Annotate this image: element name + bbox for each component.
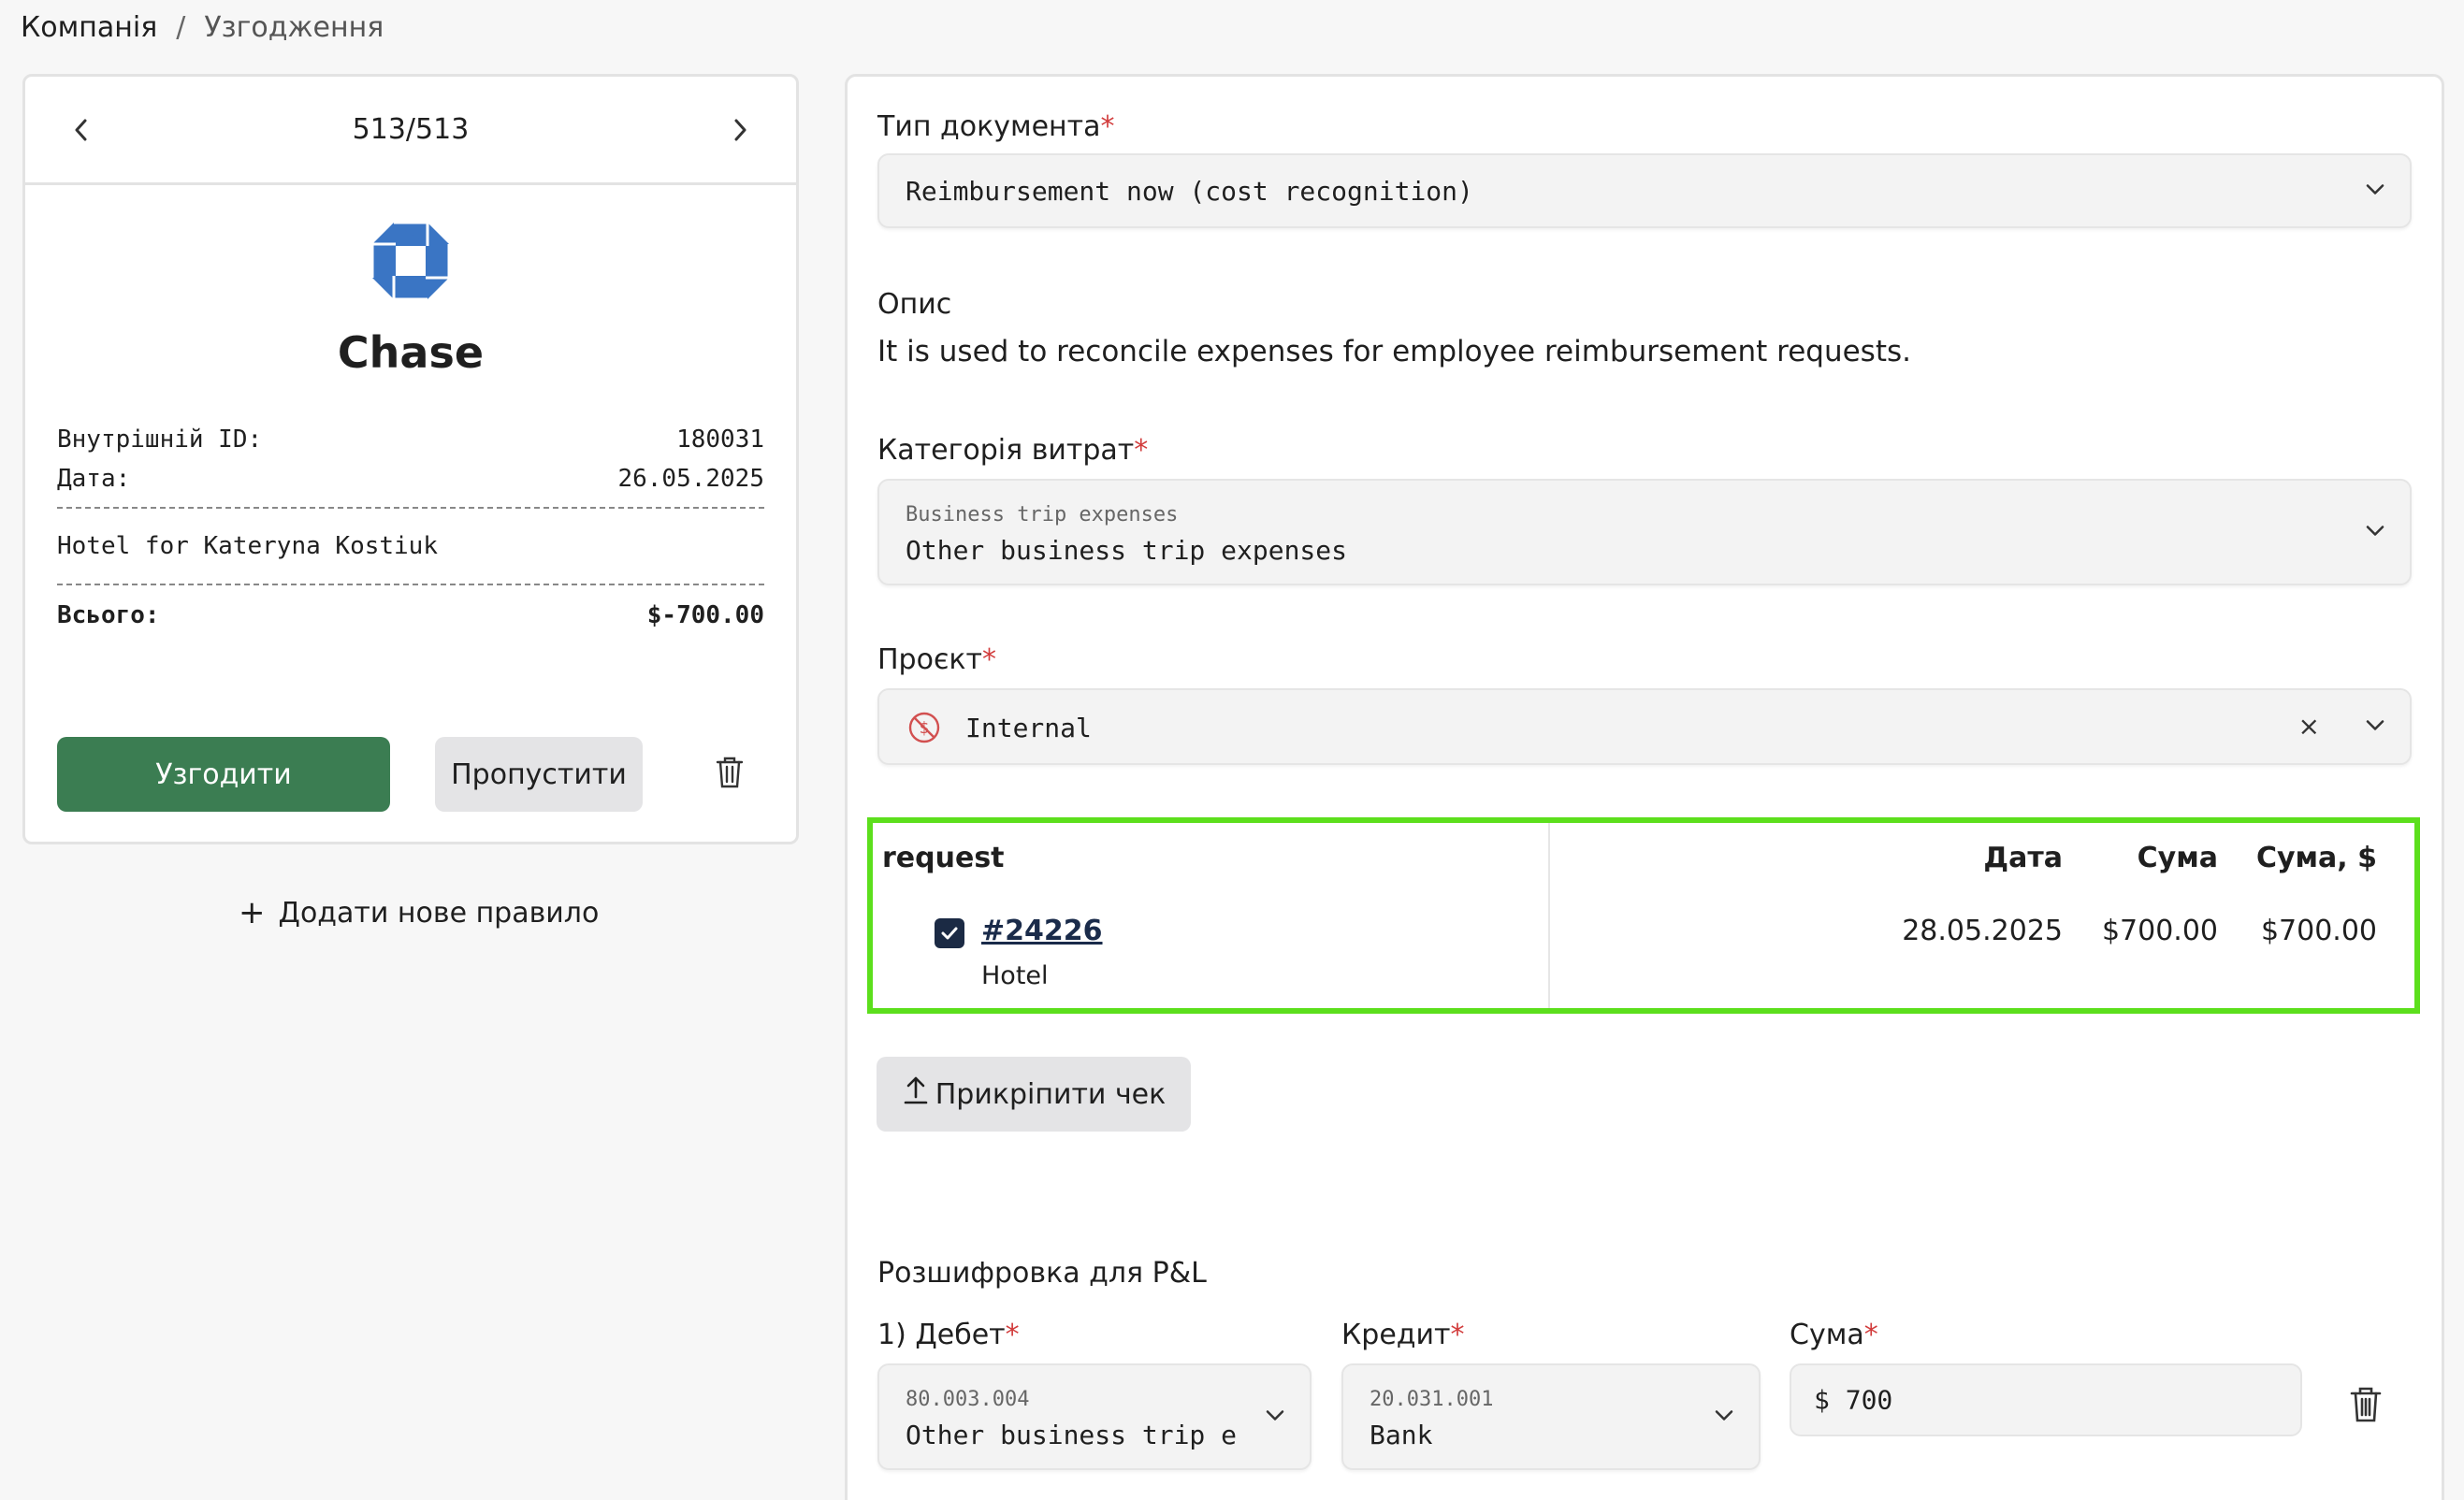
project-select[interactable]: $ Internal × bbox=[877, 688, 2412, 765]
breadcrumb-separator: / bbox=[176, 11, 186, 44]
category-group: Business trip expenses bbox=[906, 503, 1179, 526]
next-icon[interactable] bbox=[721, 109, 759, 151]
amount-input[interactable]: $ 700 bbox=[1790, 1363, 2302, 1436]
category-select[interactable]: Business trip expenses Other business tr… bbox=[877, 479, 2412, 585]
receipt-id-label: Внутрішній ID: bbox=[57, 425, 263, 454]
required-mark: * bbox=[1863, 1319, 1878, 1351]
receipt: Внутрішній ID: 180031 Дата: 26.05.2025 H… bbox=[57, 419, 764, 636]
header-request: request bbox=[882, 842, 1005, 874]
receipt-id-row: Внутрішній ID: 180031 bbox=[57, 419, 764, 460]
approve-button[interactable]: Узгодити bbox=[57, 737, 390, 812]
row-date: 28.05.2025 bbox=[1902, 915, 2063, 947]
credit-code: 20.031.001 bbox=[1370, 1388, 1494, 1411]
debit-select[interactable]: 80.003.004 Other business trip e bbox=[877, 1363, 1312, 1470]
amount-label-text: Сума bbox=[1790, 1319, 1864, 1351]
header-amount-usd: Сума, $ bbox=[2255, 842, 2377, 874]
row-checkbox[interactable] bbox=[935, 918, 964, 948]
required-mark: * bbox=[1100, 110, 1115, 143]
debit-label: 1) Дебет* bbox=[877, 1319, 1020, 1351]
receipt-total-value: $-700.00 bbox=[646, 601, 764, 629]
request-link[interactable]: #24226 bbox=[981, 915, 1103, 947]
receipt-divider bbox=[57, 507, 764, 509]
description-text: It is used to reconcile expenses for emp… bbox=[877, 335, 1911, 368]
doc-type-label-text: Тип документа bbox=[877, 110, 1101, 143]
svg-text:$: $ bbox=[920, 719, 930, 738]
receipt-divider bbox=[57, 584, 764, 585]
debit-value: Other business trip e bbox=[906, 1420, 1238, 1450]
breadcrumb-current: Узгодження bbox=[204, 11, 384, 44]
credit-label-text: Кредит bbox=[1341, 1319, 1451, 1351]
pager: 513/513 bbox=[25, 77, 796, 185]
request-subtitle: Hotel bbox=[981, 961, 1049, 990]
plus-icon: + bbox=[239, 894, 266, 931]
row-amount-usd: $700.00 bbox=[2260, 915, 2377, 947]
category-label-text: Категорія витрат bbox=[877, 434, 1135, 467]
credit-select[interactable]: 20.031.001 Bank bbox=[1341, 1363, 1761, 1470]
add-rule-button[interactable]: + Додати нове правило bbox=[239, 894, 599, 931]
pager-counter: 513/513 bbox=[352, 113, 470, 146]
bank-name: Chase bbox=[337, 327, 485, 378]
receipt-description: Hotel for Kateryna Kostiuk bbox=[57, 532, 438, 560]
clear-icon[interactable]: × bbox=[2298, 711, 2320, 742]
receipt-date-row: Дата: 26.05.2025 bbox=[57, 460, 764, 498]
amount-label: Сума* bbox=[1790, 1319, 1878, 1351]
trash-icon[interactable] bbox=[716, 756, 744, 793]
doc-type-label: Тип документа* bbox=[877, 110, 1115, 143]
category-label: Категорія витрат* bbox=[877, 434, 1148, 467]
breadcrumb-root[interactable]: Компанія bbox=[21, 11, 157, 44]
description-label: Опис bbox=[877, 288, 952, 321]
chevron-down-icon bbox=[1265, 1408, 1285, 1426]
header-date: Дата bbox=[1983, 842, 2063, 874]
chevron-down-icon bbox=[2365, 718, 2385, 736]
doc-type-value: Reimbursement now (cost recognition) bbox=[906, 176, 1473, 207]
chase-logo-icon bbox=[25, 221, 796, 301]
attach-receipt-button[interactable]: Прикріпити чек bbox=[877, 1057, 1191, 1132]
table-divider bbox=[1548, 823, 1550, 1008]
credit-value: Bank bbox=[1370, 1420, 1433, 1450]
receipt-total-row: Всього: $-700.00 bbox=[57, 595, 764, 636]
project-label-text: Проєкт bbox=[877, 643, 983, 676]
pl-title: Розшифровка для P&L bbox=[877, 1257, 1207, 1290]
chevron-down-icon bbox=[1714, 1408, 1734, 1426]
transaction-card: 513/513 Chase Внутрішній ID: 180031 Дата… bbox=[22, 74, 799, 844]
credit-label: Кредит* bbox=[1341, 1319, 1465, 1351]
receipt-date-label: Дата: bbox=[57, 465, 131, 493]
chevron-down-icon bbox=[2365, 524, 2385, 541]
debit-label-text: 1) Дебет bbox=[877, 1319, 1006, 1351]
upload-icon bbox=[902, 1075, 930, 1114]
chevron-down-icon bbox=[2365, 182, 2385, 200]
project-value: Internal bbox=[965, 713, 1092, 743]
header-amount: Сума bbox=[2137, 842, 2218, 874]
amount-value: $ 700 bbox=[1814, 1384, 1893, 1416]
trash-icon[interactable] bbox=[2350, 1386, 2382, 1427]
required-mark: * bbox=[982, 643, 997, 676]
debit-code: 80.003.004 bbox=[906, 1388, 1030, 1411]
prev-icon[interactable] bbox=[63, 109, 100, 151]
required-mark: * bbox=[1134, 434, 1149, 467]
receipt-id-value: 180031 bbox=[676, 425, 764, 454]
request-table: request Дата Сума Сума, $ #24226 Hotel 2… bbox=[867, 817, 2420, 1014]
add-rule-label: Додати нове правило bbox=[278, 896, 600, 930]
required-mark: * bbox=[1005, 1319, 1020, 1351]
receipt-total-label: Всього: bbox=[57, 601, 160, 629]
row-amount: $700.00 bbox=[2101, 915, 2218, 947]
receipt-date-value: 26.05.2025 bbox=[617, 465, 764, 493]
no-money-icon: $ bbox=[907, 711, 941, 748]
breadcrumb: Компанія / Узгодження bbox=[21, 11, 384, 44]
doc-type-select[interactable]: Reimbursement now (cost recognition) bbox=[877, 153, 2412, 228]
category-value: Other business trip expenses bbox=[906, 535, 1348, 566]
card-actions: Узгодити Пропустити bbox=[57, 737, 744, 812]
required-mark: * bbox=[1450, 1319, 1465, 1351]
attach-receipt-label: Прикріпити чек bbox=[935, 1077, 1167, 1111]
skip-button[interactable]: Пропустити bbox=[435, 737, 643, 812]
project-label: Проєкт* bbox=[877, 643, 996, 676]
